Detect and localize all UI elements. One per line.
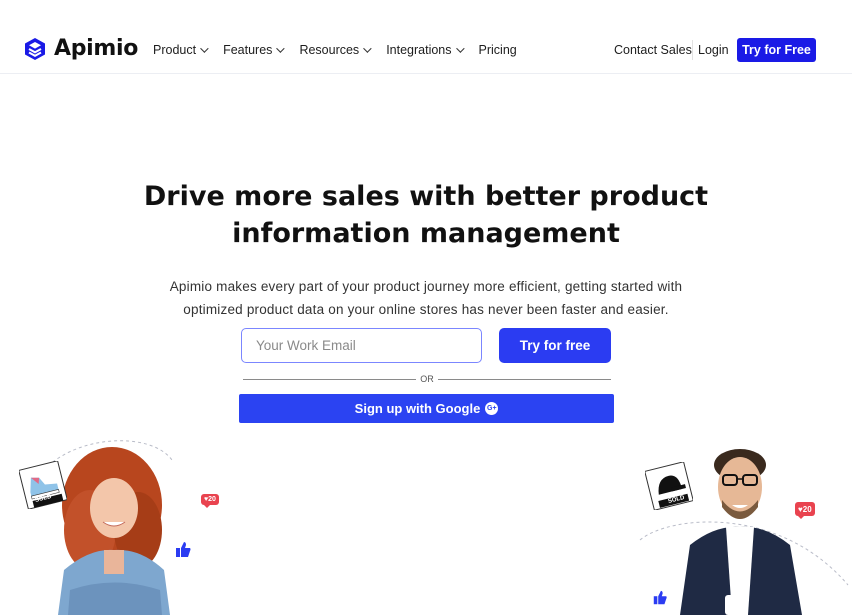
chevron-down-icon: [363, 44, 372, 53]
thumbs-up-icon: [653, 590, 667, 605]
or-label: OR: [420, 374, 434, 384]
hair-shape: [62, 447, 162, 563]
subtext-line-2: optimized product data on your online st…: [183, 302, 669, 317]
likes-badge-right: ♥ 20: [795, 502, 815, 519]
try-for-free-header-button[interactable]: Try for Free: [737, 38, 816, 62]
header-divider: [692, 40, 693, 60]
sold-label-right: SOLD: [667, 495, 686, 505]
chevron-down-icon: [455, 44, 465, 53]
or-divider-right: [438, 379, 611, 380]
nav-item-label: Pricing: [478, 43, 517, 57]
woman-illustration: [39, 440, 173, 615]
sold-label-left: SOLD: [34, 494, 53, 504]
dashed-arc: [39, 440, 173, 476]
nav-item-resources[interactable]: Resources: [299, 43, 372, 57]
nav-item-label: Integrations: [386, 43, 452, 57]
hair-shape: [714, 449, 766, 481]
face-shape: [90, 478, 138, 538]
nav-item-label: Features: [223, 43, 273, 57]
chevron-down-icon: [276, 44, 286, 53]
nav-item-pricing[interactable]: Pricing: [479, 43, 517, 57]
hero-headline: Drive more sales with better product inf…: [0, 178, 852, 252]
site-header: Apimio Product Features Resources Integr…: [0, 0, 852, 74]
try-for-free-button[interactable]: Try for free: [499, 328, 611, 363]
hero-subtext: Apimio makes every part of your product …: [140, 275, 712, 321]
subtext-line-1: Apimio makes every part of your product …: [169, 279, 683, 294]
headline-line-2: information management: [232, 218, 620, 249]
or-divider-left: [243, 379, 416, 380]
google-signup-button[interactable]: Sign up with Google G+: [239, 394, 614, 423]
denim-jacket: [58, 549, 170, 615]
man-illustration: [639, 449, 849, 615]
sold-cap-card: [645, 462, 693, 510]
nav-item-features[interactable]: Features: [223, 43, 286, 57]
brand-name: Apimio: [54, 36, 139, 61]
shirt: [726, 527, 754, 615]
dashed-arc: [639, 521, 849, 586]
thumbs-up-icon: [176, 542, 191, 557]
apimio-logo-icon: [25, 37, 45, 60]
nav-item-label: Product: [153, 43, 197, 57]
headline-line-1: Drive more sales with better product: [143, 181, 709, 212]
contact-sales-link[interactable]: Contact Sales: [614, 43, 692, 57]
google-signup-label: Sign up with Google: [354, 401, 481, 416]
brand-logo[interactable]: Apimio: [24, 36, 138, 61]
nav-item-product[interactable]: Product: [153, 43, 209, 57]
chevron-down-icon: [200, 44, 209, 53]
face-shape: [718, 457, 762, 517]
main-nav: Product Features Resources Integrations …: [153, 43, 534, 57]
work-email-input[interactable]: [241, 328, 482, 363]
login-link[interactable]: Login: [698, 43, 729, 57]
google-plus-icon: G+: [485, 402, 499, 415]
suit-jacket: [680, 526, 802, 615]
nav-item-integrations[interactable]: Integrations: [386, 43, 465, 57]
nav-item-label: Resources: [299, 43, 360, 57]
sold-shoe-card: [19, 461, 67, 509]
likes-badge-left: ♥ 20: [201, 494, 219, 508]
